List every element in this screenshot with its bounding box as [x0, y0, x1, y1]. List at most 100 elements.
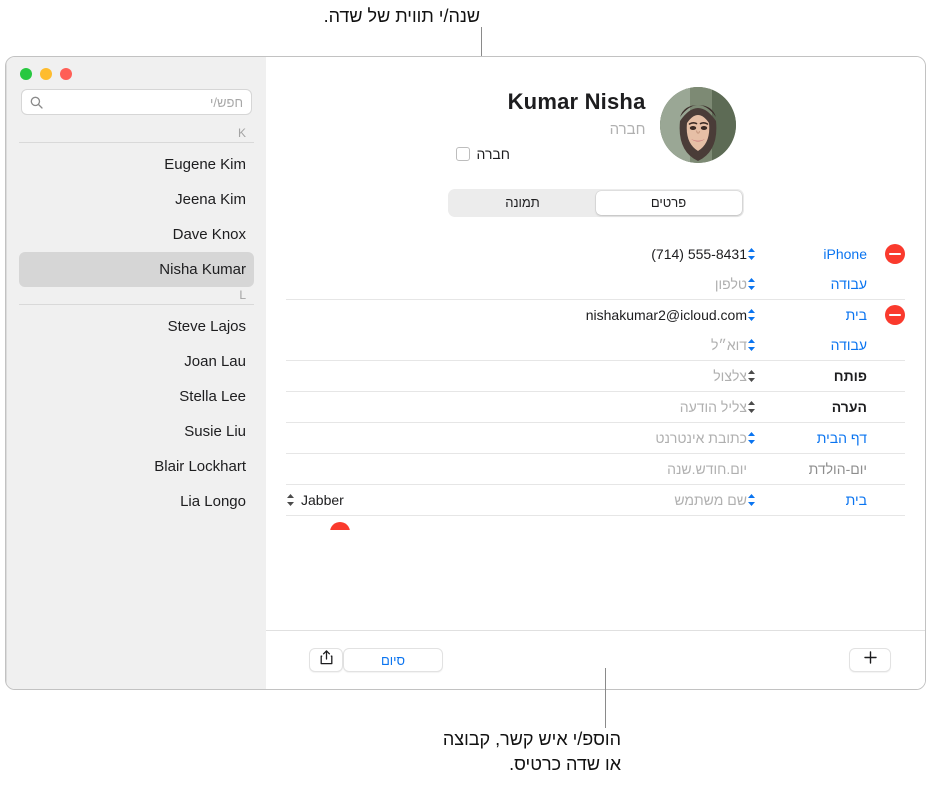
contact-item-nisha-kumar[interactable]: Nisha Kumar — [19, 252, 254, 287]
field-group-birthday: יום-הולדת יום.חודש.שנה — [286, 454, 905, 485]
contact-detail-scroll-area[interactable]: Kumar Nisha חברה חברה פרטים תמונה iPhone… — [266, 57, 925, 630]
text-tone-placeholder[interactable]: צליל הודעה — [286, 399, 747, 415]
contact-card-header: Kumar Nisha חברה חברה — [266, 57, 925, 163]
email-value[interactable]: nishakumar2@icloud.com — [286, 307, 747, 323]
email-sub-placeholder[interactable]: דוא״ל — [286, 337, 747, 353]
stepper-icon[interactable] — [747, 431, 756, 445]
toolbar-action-group: סיום — [299, 648, 443, 672]
im-label-cell[interactable]: בית — [747, 492, 867, 508]
window-controls — [7, 57, 266, 80]
card-tabs-container: פרטים תמונה — [266, 189, 925, 217]
im-service-name[interactable]: Jabber — [301, 492, 344, 508]
contact-item-joan-lau[interactable]: Joan Lau — [19, 344, 254, 379]
search-container: חפש/י — [21, 89, 252, 115]
tab-details[interactable]: פרטים — [595, 191, 742, 215]
sidebar: חפש/י K Eugene Kim Jeena Kim Dave Knox N… — [6, 57, 266, 689]
stepper-icon[interactable] — [747, 277, 756, 291]
phone-label: iPhone — [823, 246, 867, 262]
homepage-label: דף הבית — [816, 430, 867, 446]
birthday-label-cell: יום-הולדת — [747, 461, 867, 477]
search-icon — [30, 96, 43, 109]
share-button[interactable] — [309, 648, 343, 672]
contact-item-dave-knox[interactable]: Dave Knox — [19, 217, 254, 252]
company-checkbox[interactable] — [455, 147, 470, 161]
card-tabs[interactable]: פרטים תמונה — [447, 189, 744, 217]
minimize-button[interactable] — [40, 68, 52, 80]
company-checkbox-row[interactable]: חברה — [455, 146, 646, 162]
homepage-label-cell[interactable]: דף הבית — [747, 430, 867, 446]
stepper-icon[interactable] — [747, 338, 756, 352]
im-username-placeholder[interactable]: שם משתמש — [350, 492, 747, 508]
close-button[interactable] — [60, 68, 72, 80]
company-field-placeholder[interactable]: חברה — [456, 121, 646, 138]
delete-phone-button[interactable] — [885, 244, 905, 264]
contact-item-blair-lockhart[interactable]: Blair Lockhart — [19, 449, 254, 484]
contact-item-lia-longo[interactable]: Lia Longo — [19, 484, 254, 519]
ringtone-label: פותח — [833, 368, 867, 384]
stepper-icon[interactable] — [747, 400, 756, 414]
section-header-l: L — [19, 287, 254, 305]
delete-button-clipped[interactable] — [330, 522, 350, 530]
field-row-ringtone: פותח צלצול — [286, 361, 905, 391]
detail-toolbar: סיום — [266, 630, 925, 689]
callout-bottom-label: הוספ/י איש קשר, קבוצה או שדה כרטיס. — [442, 729, 621, 774]
ringtone-placeholder[interactable]: צלצול — [286, 368, 747, 384]
stepper-icon[interactable] — [747, 493, 756, 507]
tab-photo[interactable]: תמונה — [450, 191, 596, 215]
stepper-icon[interactable] — [747, 369, 756, 383]
contact-list[interactable]: K Eugene Kim Jeena Kim Dave Knox Nisha K… — [7, 125, 266, 689]
contact-item-jeena-kim[interactable]: Jeena Kim — [19, 182, 254, 217]
field-row-email-primary: בית nishakumar2@icloud.com — [286, 300, 905, 330]
email-sub-label: עבודה — [830, 337, 867, 353]
contact-item-stella-lee[interactable]: Stella Lee — [19, 379, 254, 414]
contact-item-susie-liu[interactable]: Susie Liu — [19, 414, 254, 449]
contacts-window: חפש/י K Eugene Kim Jeena Kim Dave Knox N… — [5, 56, 926, 690]
company-checkbox-label: חברה — [476, 146, 511, 162]
text-tone-label: הערה — [831, 399, 867, 415]
field-group-email: בית nishakumar2@icloud.com עבודה דוא״ל — [286, 300, 905, 361]
search-placeholder: חפש/י — [210, 94, 243, 110]
zoom-button[interactable] — [20, 68, 32, 80]
phone-value[interactable]: (714) 555-8431 — [286, 246, 747, 262]
contact-detail-pane: Kumar Nisha חברה חברה פרטים תמונה iPhone… — [266, 57, 925, 689]
email-sub-label-cell[interactable]: עבודה — [747, 337, 867, 353]
share-icon — [320, 650, 333, 670]
contact-name-block: Kumar Nisha חברה חברה — [455, 87, 646, 162]
field-row-email-secondary: עבודה דוא״ל — [286, 330, 905, 360]
contact-fields-list: iPhone (714) 555-8431 עבודה טלפון בית ni… — [266, 239, 925, 530]
stepper-icon[interactable] — [747, 247, 756, 261]
field-group-instant-message: בית שם משתמש Jabber — [286, 485, 905, 516]
field-group-homepage: דף הבית כתובת אינטרנט — [286, 423, 905, 454]
field-group-phone: iPhone (714) 555-8431 עבודה טלפון — [286, 239, 905, 300]
stepper-icon[interactable] — [286, 493, 295, 507]
ringtone-label-cell[interactable]: פותח — [747, 368, 867, 384]
birthday-label: יום-הולדת — [808, 461, 867, 477]
done-button[interactable]: סיום — [343, 648, 443, 672]
contact-item-eugene-kim[interactable]: Eugene Kim — [19, 147, 254, 182]
add-button[interactable] — [849, 648, 891, 672]
section-header-k: K — [19, 125, 254, 143]
field-group-clipped — [286, 516, 905, 530]
avatar[interactable] — [659, 87, 736, 163]
email-label-cell[interactable]: בית — [747, 307, 867, 323]
homepage-placeholder[interactable]: כתובת אינטרנט — [286, 430, 747, 446]
field-row-phone-secondary: עבודה טלפון — [286, 269, 905, 299]
field-group-text-tone: הערה צליל הודעה — [286, 392, 905, 423]
phone-sub-label: עבודה — [830, 276, 867, 292]
field-group-ringtone: פותח צלצול — [286, 361, 905, 392]
delete-email-button[interactable] — [885, 305, 905, 325]
phone-sub-placeholder[interactable]: טלפון — [286, 276, 747, 292]
birthday-placeholder[interactable]: יום.חודש.שנה — [286, 461, 747, 477]
stepper-icon[interactable] — [747, 308, 756, 322]
text-tone-label-cell[interactable]: הערה — [747, 399, 867, 415]
field-row-text-tone: הערה צליל הודעה — [286, 392, 905, 422]
phone-sub-label-cell[interactable]: עבודה — [747, 276, 867, 292]
im-label: בית — [845, 492, 867, 508]
plus-icon — [863, 651, 877, 669]
im-value-group: שם משתמש Jabber — [286, 492, 747, 508]
contact-fullname[interactable]: Kumar Nisha — [456, 89, 646, 115]
contact-item-steve-lajos[interactable]: Steve Lajos — [19, 309, 254, 344]
field-row-phone-primary: iPhone (714) 555-8431 — [286, 239, 905, 269]
phone-label-cell[interactable]: iPhone — [747, 246, 867, 262]
search-input[interactable]: חפש/י — [21, 89, 252, 115]
